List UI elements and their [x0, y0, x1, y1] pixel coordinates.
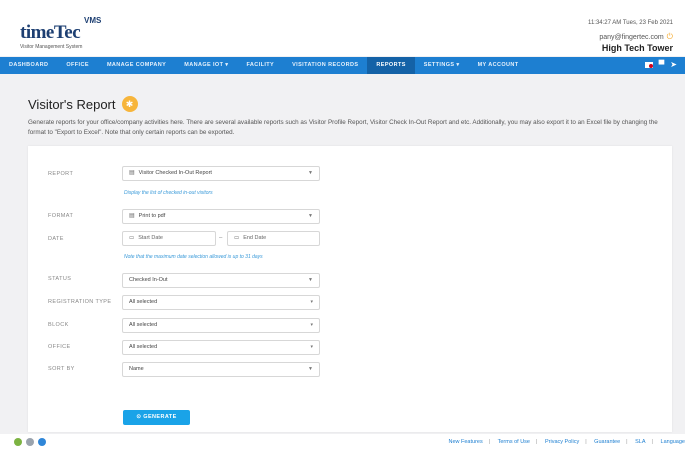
app-header: timeTec VMS Visitor Management System 11…: [0, 8, 685, 56]
sort-by-select[interactable]: Name ▼: [122, 362, 320, 377]
office-value: All selected: [129, 344, 158, 350]
brand-name: timeTec: [20, 22, 82, 44]
registration-type-select[interactable]: All selected ▾: [122, 295, 320, 310]
nav-my-account[interactable]: MY ACCOUNT: [469, 57, 528, 74]
date-label: DATE: [48, 236, 64, 242]
footer-link-language[interactable]: Language: [661, 439, 685, 445]
header-location[interactable]: High Tech Tower: [588, 43, 673, 53]
date-range-separator: –: [219, 235, 223, 241]
brand-time: time: [20, 22, 54, 43]
header-account: 11:34:27 AM Tues, 23 Feb 2021 pany@finge…: [588, 20, 673, 53]
chevron-down-icon: ▼: [308, 170, 313, 176]
status-label: STATUS: [48, 276, 72, 282]
footer-link-new-features[interactable]: New Features: [448, 439, 482, 445]
end-date-placeholder: End Date: [243, 235, 267, 241]
report-hint: Display the list of checked in-out visit…: [124, 190, 213, 196]
sort-by-label: SORT BY: [48, 366, 75, 372]
footer-link-terms[interactable]: Terms of Use: [498, 439, 530, 445]
nav-manage-iot[interactable]: MANAGE IOT ▾: [175, 57, 237, 74]
footer-separator: |: [585, 439, 587, 445]
page-title: Visitor's Report ✱: [28, 96, 138, 112]
status-value: Checked In-Out: [129, 277, 168, 283]
nav-manage-company[interactable]: MANAGE COMPANY: [98, 57, 175, 74]
lightbulb-icon[interactable]: ✱: [121, 96, 138, 112]
generate-label: GENERATE: [143, 414, 177, 420]
sort-by-value: Name: [129, 366, 144, 372]
brand-tec: Tec: [53, 22, 81, 43]
footer-separator: |: [488, 439, 491, 445]
apple-icon[interactable]: [26, 438, 34, 446]
date-hint: Note that the maximum date selection all…: [124, 254, 263, 260]
footer-link-sla[interactable]: SLA: [635, 439, 645, 445]
office-label: OFFICE: [48, 344, 71, 350]
page-footer: New Features | Terms of Use | Privacy Poli…: [0, 434, 685, 452]
office-select[interactable]: All selected ▾: [122, 340, 320, 355]
header-email: pany@fingertec.com: [599, 34, 664, 41]
block-label: BLOCK: [48, 322, 69, 328]
calendar-icon: ▭: [234, 235, 240, 241]
chevron-down-icon: ▼: [308, 277, 313, 283]
report-value: Visitor Checked In-Out Report: [138, 170, 212, 176]
chevron-down-icon: ▼: [308, 366, 313, 372]
registration-type-label: REGISTRATION TYPE: [48, 299, 112, 305]
nav-icons: ▀ ➤: [644, 60, 677, 69]
generate-button[interactable]: ⊙ GENERATE: [123, 410, 190, 425]
chevron-down-icon: ▾: [310, 344, 313, 350]
page-description: Generate reports for your office/company…: [28, 119, 658, 136]
start-date-input[interactable]: ▭ Start Date: [122, 231, 216, 246]
end-date-input[interactable]: ▭ End Date: [227, 231, 320, 246]
document-icon: ▤: [129, 170, 135, 176]
brand-subtitle: Visitor Management System: [20, 44, 83, 50]
flag-icon[interactable]: [644, 61, 653, 68]
timetec-logo[interactable]: timeTec VMS Visitor Management System: [20, 16, 101, 50]
windows-icon[interactable]: [38, 438, 46, 446]
power-icon[interactable]: ⏻: [667, 32, 673, 41]
nav-reports[interactable]: REPORTS: [367, 57, 415, 74]
page-title-text: Visitor's Report: [28, 96, 116, 112]
footer-separator: |: [536, 439, 538, 445]
block-select[interactable]: All selected ▾: [122, 318, 320, 333]
format-label: FORMAT: [48, 213, 74, 219]
start-date-placeholder: Start Date: [138, 235, 163, 241]
footer-links: New Features | Terms of Use | Privacy Poli…: [448, 439, 685, 445]
footer-link-privacy[interactable]: Privacy Policy: [545, 439, 579, 445]
footer-separator: |: [626, 439, 628, 445]
document-icon: ▤: [129, 213, 135, 219]
android-icon[interactable]: [14, 438, 22, 446]
status-select[interactable]: Checked In-Out ▼: [122, 273, 320, 288]
nav-dashboard[interactable]: DASHBOARD: [0, 57, 57, 74]
block-value: All selected: [129, 322, 158, 328]
header-email-row: pany@fingertec.com ⏻: [588, 32, 673, 42]
os-icons: [14, 438, 46, 446]
nav-settings[interactable]: SETTINGS ▾: [415, 57, 469, 74]
chevron-down-icon: ▼: [308, 213, 313, 219]
footer-link-guarantee[interactable]: Guarantee: [594, 439, 620, 445]
send-icon[interactable]: ➤: [670, 60, 677, 69]
report-label: REPORT: [48, 171, 74, 177]
report-select[interactable]: ▤ Visitor Checked In-Out Report ▼: [122, 166, 320, 181]
top-strip: [0, 0, 685, 8]
chevron-down-icon: ▾: [310, 322, 313, 328]
report-form-card: REPORT ▤ Visitor Checked In-Out Report ▼ …: [28, 146, 672, 432]
chevron-down-icon: ▾: [310, 299, 313, 305]
calendar-icon: ▭: [129, 235, 135, 241]
brand-vms: VMS: [84, 16, 102, 25]
cart-icon[interactable]: ▀: [659, 60, 665, 69]
header-datetime: 11:34:27 AM Tues, 23 Feb 2021: [588, 20, 673, 26]
nav-visitation-records[interactable]: VISITATION RECORDS: [283, 57, 367, 74]
registration-type-value: All selected: [129, 299, 158, 305]
format-select[interactable]: ▤ Print to pdf ▼: [122, 209, 320, 224]
footer-separator: |: [651, 439, 653, 445]
nav-facility[interactable]: FACILITY: [237, 57, 283, 74]
main-nav: DASHBOARD OFFICE MANAGE COMPANY MANAGE I…: [0, 57, 685, 74]
nav-office[interactable]: OFFICE: [57, 57, 98, 74]
format-value: Print to pdf: [138, 213, 166, 219]
